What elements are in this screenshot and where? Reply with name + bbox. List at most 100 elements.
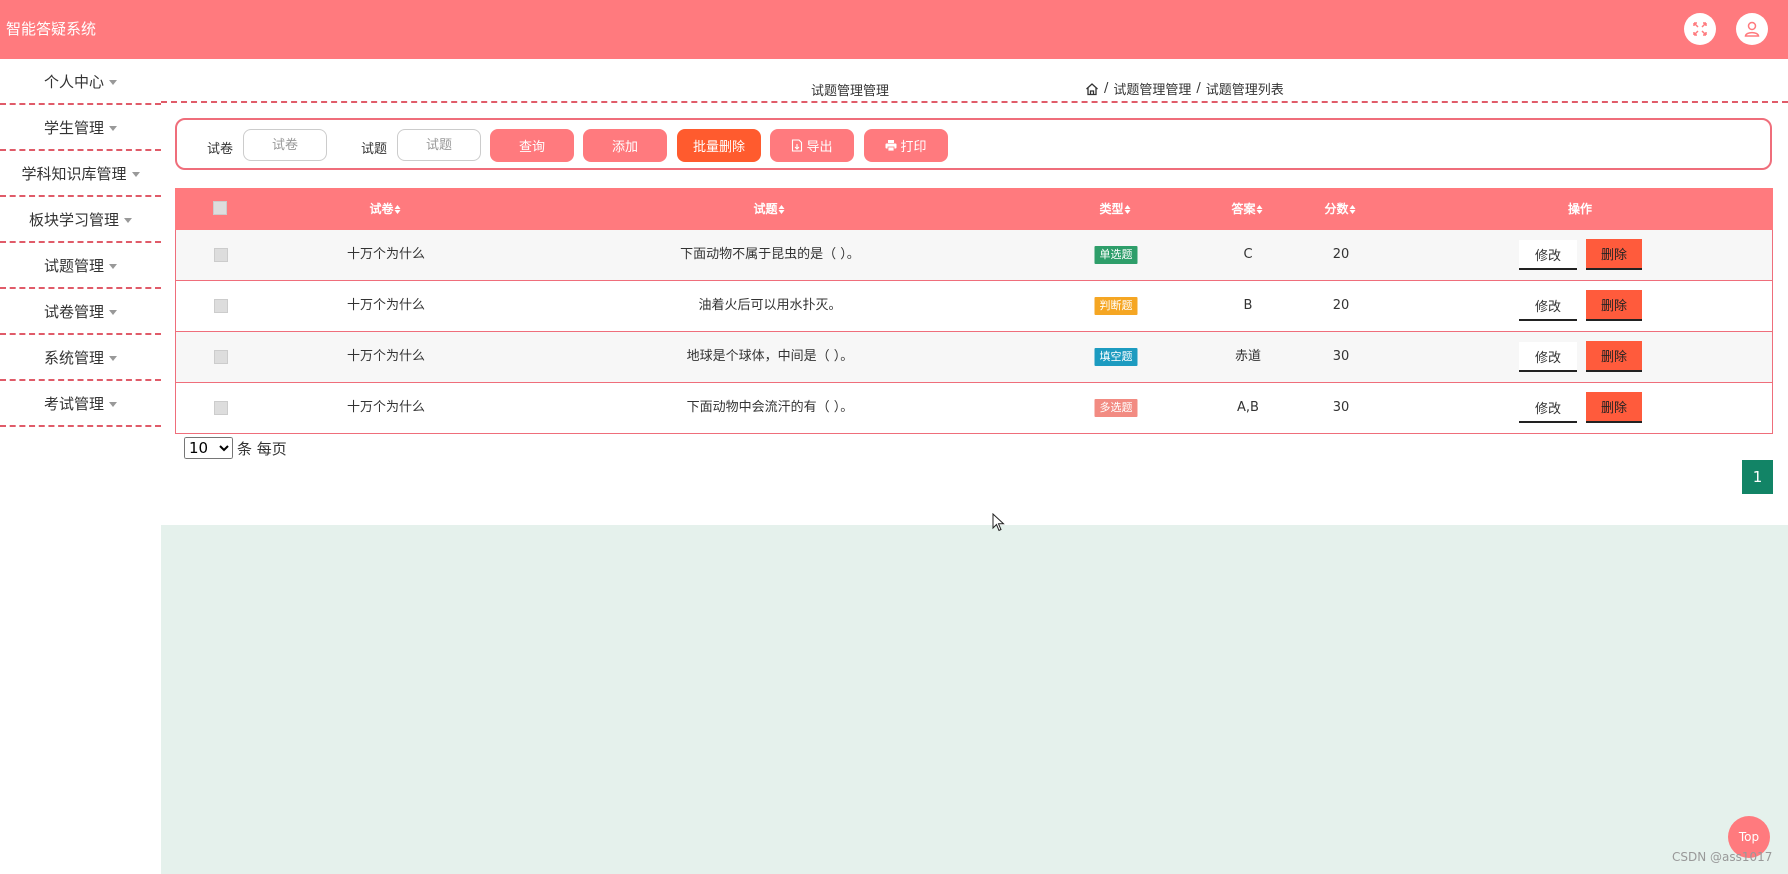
row-checkbox[interactable] bbox=[214, 248, 228, 262]
search-panel: 试卷 试题 查询 添加 批量删除 导出 打印 bbox=[175, 118, 1772, 170]
select-all-checkbox[interactable] bbox=[213, 201, 227, 215]
cell-type: 填空题 bbox=[1094, 332, 1138, 382]
edit-button[interactable]: 修改 bbox=[1519, 291, 1577, 321]
row-checkbox[interactable] bbox=[214, 350, 228, 364]
print-icon bbox=[885, 140, 897, 152]
sidebar-item-label: 个人中心 bbox=[43, 72, 104, 91]
sidebar-item-personal-center[interactable]: 个人中心 bbox=[0, 59, 161, 105]
user-icon bbox=[1744, 21, 1760, 37]
column-header-question[interactable]: 试题 bbox=[753, 188, 785, 230]
type-badge: 单选题 bbox=[1094, 245, 1138, 264]
sort-icon bbox=[394, 205, 401, 214]
sidebar-item-module-learning[interactable]: 板块学习管理 bbox=[0, 197, 161, 243]
sidebar-item-label: 学生管理 bbox=[43, 118, 104, 137]
delete-button[interactable]: 删除 bbox=[1586, 239, 1642, 270]
cell-paper: 十万个为什么 bbox=[346, 400, 426, 415]
sidebar-item-exams[interactable]: 考试管理 bbox=[0, 381, 161, 427]
column-label: 试题 bbox=[753, 202, 778, 216]
page-size-suffix: 条 每页 bbox=[237, 439, 287, 458]
column-header-type[interactable]: 类型 bbox=[1099, 188, 1131, 230]
batch-delete-label: 批量删除 bbox=[692, 140, 745, 155]
sidebar-item-knowledge-base[interactable]: 学科知识库管理 bbox=[0, 151, 161, 197]
column-header-answer[interactable]: 答案 bbox=[1231, 188, 1263, 230]
home-icon[interactable] bbox=[1085, 82, 1099, 96]
column-label: 答案 bbox=[1231, 202, 1256, 216]
cell-answer: C bbox=[1243, 247, 1253, 262]
top-header: 智能答疑系统 bbox=[0, 0, 1788, 59]
export-button[interactable]: 导出 bbox=[770, 129, 854, 162]
breadcrumb-item[interactable]: 试题管理管理 bbox=[1113, 79, 1191, 98]
table-header: 试卷 试题 类型 答案 分数 操作 bbox=[175, 188, 1773, 230]
cell-paper: 十万个为什么 bbox=[346, 298, 426, 313]
questions-table: 试卷 试题 类型 答案 分数 操作 十万个为什么 下面动物不属于昆虫的是（ ）。… bbox=[175, 188, 1773, 434]
row-checkbox[interactable] bbox=[214, 299, 228, 313]
delete-button[interactable]: 删除 bbox=[1586, 392, 1642, 423]
cell-answer: A,B bbox=[1237, 400, 1259, 415]
chevron-down-icon bbox=[109, 125, 117, 131]
sidebar-item-label: 学科知识库管理 bbox=[21, 164, 127, 183]
cell-question: 地球是个球体，中间是（ ）。 bbox=[686, 349, 854, 364]
paper-search-input[interactable] bbox=[243, 129, 327, 161]
type-badge: 判断题 bbox=[1094, 296, 1138, 315]
sidebar-item-students[interactable]: 学生管理 bbox=[0, 105, 161, 151]
column-label: 类型 bbox=[1099, 202, 1124, 216]
cell-type: 判断题 bbox=[1094, 281, 1138, 331]
type-badge: 填空题 bbox=[1094, 347, 1138, 366]
question-search-input[interactable] bbox=[397, 129, 481, 161]
cell-paper: 十万个为什么 bbox=[346, 349, 426, 364]
query-button[interactable]: 查询 bbox=[490, 129, 574, 162]
column-header-paper[interactable]: 试卷 bbox=[369, 188, 401, 230]
cell-type: 多选题 bbox=[1094, 383, 1138, 433]
sidebar-item-label: 考试管理 bbox=[43, 394, 104, 413]
sort-icon bbox=[1124, 205, 1131, 214]
row-checkbox[interactable] bbox=[214, 401, 228, 415]
sidebar-item-system[interactable]: 系统管理 bbox=[0, 335, 161, 381]
batch-delete-button[interactable]: 批量删除 bbox=[677, 129, 761, 162]
delete-button[interactable]: 删除 bbox=[1586, 341, 1642, 372]
delete-button[interactable]: 删除 bbox=[1586, 290, 1642, 321]
page-button-current[interactable]: 1 bbox=[1742, 460, 1773, 494]
breadcrumb-item: 试题管理列表 bbox=[1205, 83, 1284, 98]
page-size-select[interactable]: 10 bbox=[184, 437, 233, 459]
add-button[interactable]: 添加 bbox=[583, 129, 667, 162]
column-header-score[interactable]: 分数 bbox=[1324, 188, 1356, 230]
page-size-control: 10 条 每页 bbox=[184, 437, 287, 459]
edit-button[interactable]: 修改 bbox=[1519, 240, 1577, 270]
sidebar-item-label: 试题管理 bbox=[43, 256, 104, 275]
table-row: 十万个为什么 地球是个球体，中间是（ ）。 填空题 赤道 30 修改 删除 bbox=[175, 332, 1773, 383]
chevron-down-icon bbox=[109, 263, 117, 269]
chevron-down-icon bbox=[109, 309, 117, 315]
print-button-label: 打印 bbox=[900, 140, 927, 155]
query-button-label: 查询 bbox=[518, 140, 545, 155]
cell-paper: 十万个为什么 bbox=[346, 247, 426, 262]
fullscreen-icon bbox=[1693, 22, 1707, 36]
edit-button[interactable]: 修改 bbox=[1519, 393, 1577, 423]
export-icon bbox=[792, 139, 803, 152]
sort-icon bbox=[778, 205, 785, 214]
chevron-down-icon bbox=[109, 401, 117, 407]
column-label: 试卷 bbox=[369, 202, 394, 216]
column-header-actions: 操作 bbox=[1567, 202, 1593, 216]
chevron-down-icon bbox=[109, 79, 117, 85]
sidebar: 个人中心 学生管理 学科知识库管理 板块学习管理 试题管理 试卷管理 系统管理 … bbox=[0, 59, 161, 427]
cell-score: 30 bbox=[1332, 400, 1350, 415]
print-button[interactable]: 打印 bbox=[864, 129, 948, 162]
paper-label: 试卷 bbox=[207, 142, 234, 157]
cell-question: 油着火后可以用水扑灭。 bbox=[698, 298, 842, 313]
chevron-down-icon bbox=[109, 355, 117, 361]
breadcrumb-separator: / bbox=[1104, 81, 1109, 96]
sort-icon bbox=[1256, 205, 1263, 214]
fullscreen-button[interactable] bbox=[1684, 13, 1716, 45]
cell-answer: B bbox=[1243, 298, 1253, 313]
cell-answer: 赤道 bbox=[1234, 349, 1262, 364]
sidebar-item-questions[interactable]: 试题管理 bbox=[0, 243, 161, 289]
mouse-cursor-icon bbox=[992, 513, 1005, 532]
edit-button[interactable]: 修改 bbox=[1519, 342, 1577, 372]
table-row: 十万个为什么 油着火后可以用水扑灭。 判断题 B 20 修改 删除 bbox=[175, 281, 1773, 332]
chevron-down-icon bbox=[131, 171, 140, 177]
breadcrumb-bar: 试题管理管理 / 试题管理管理 / 试题管理列表 bbox=[161, 59, 1788, 103]
cell-score: 20 bbox=[1332, 298, 1350, 313]
sidebar-item-papers[interactable]: 试卷管理 bbox=[0, 289, 161, 335]
table-row: 十万个为什么 下面动物中会流汗的有（ ）。 多选题 A,B 30 修改 删除 bbox=[175, 383, 1773, 434]
user-button[interactable] bbox=[1736, 13, 1768, 45]
